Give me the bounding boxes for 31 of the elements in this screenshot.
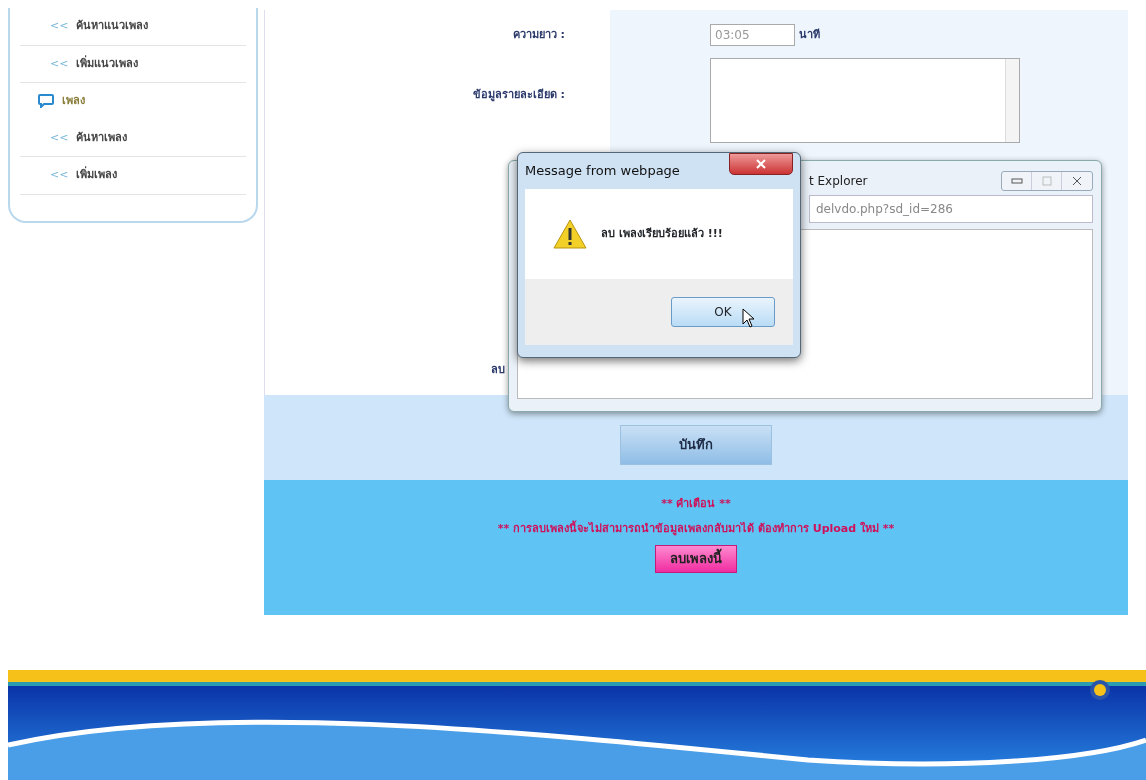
close-button[interactable] xyxy=(729,153,793,175)
minimize-icon xyxy=(1010,178,1023,184)
sidebar-link[interactable]: ค้นหาแนวเพลง xyxy=(76,18,149,35)
field-label: ลบ xyxy=(491,361,505,378)
dialog-message: ลบ เพลงเรียบร้อยแล้ว !!! xyxy=(601,225,723,242)
sidebar-section-title: เพลง xyxy=(62,93,85,109)
dialog-title: Message from webpage xyxy=(525,162,680,181)
field-label: ข้อมูลรายละเอียด : xyxy=(472,86,565,104)
sidebar-link[interactable]: ค้นหาเพลง xyxy=(76,129,128,146)
close-icon xyxy=(1072,176,1082,186)
link-marker: << xyxy=(50,18,69,34)
link-marker: << xyxy=(50,55,69,72)
warning-title: ** คำเตือน ** xyxy=(661,496,731,512)
delete-song-button[interactable]: ลบเพลงนี้ xyxy=(655,545,737,573)
sidebar-link[interactable]: เพิ่มเพลง xyxy=(76,167,118,184)
field-label: ความยาว : xyxy=(512,26,565,43)
window-title: t Explorer xyxy=(809,173,868,190)
sidebar-link[interactable]: เพิ่มแนวเพลง xyxy=(76,55,139,72)
warning-icon xyxy=(553,219,587,249)
unit-label: นาที xyxy=(799,26,820,43)
cursor-icon xyxy=(742,308,756,328)
address-field[interactable]: delvdo.php?sd_id=286 xyxy=(809,195,1093,223)
ok-button[interactable]: OK xyxy=(671,297,775,327)
save-button[interactable]: บันทึก xyxy=(620,425,772,465)
chat-bubble-icon xyxy=(38,94,54,109)
warning-message: ** การลบเพลงนี้จะไม่สามารถนำข้อมูลเพลงกลับมาได้ ต้องทำการ Upload ใหม่ ** xyxy=(497,520,895,537)
description-textarea[interactable] xyxy=(710,57,1020,143)
link-marker: << xyxy=(50,167,69,183)
maximize-icon xyxy=(1041,176,1052,186)
close-icon xyxy=(756,159,766,169)
link-marker: << xyxy=(50,129,69,146)
